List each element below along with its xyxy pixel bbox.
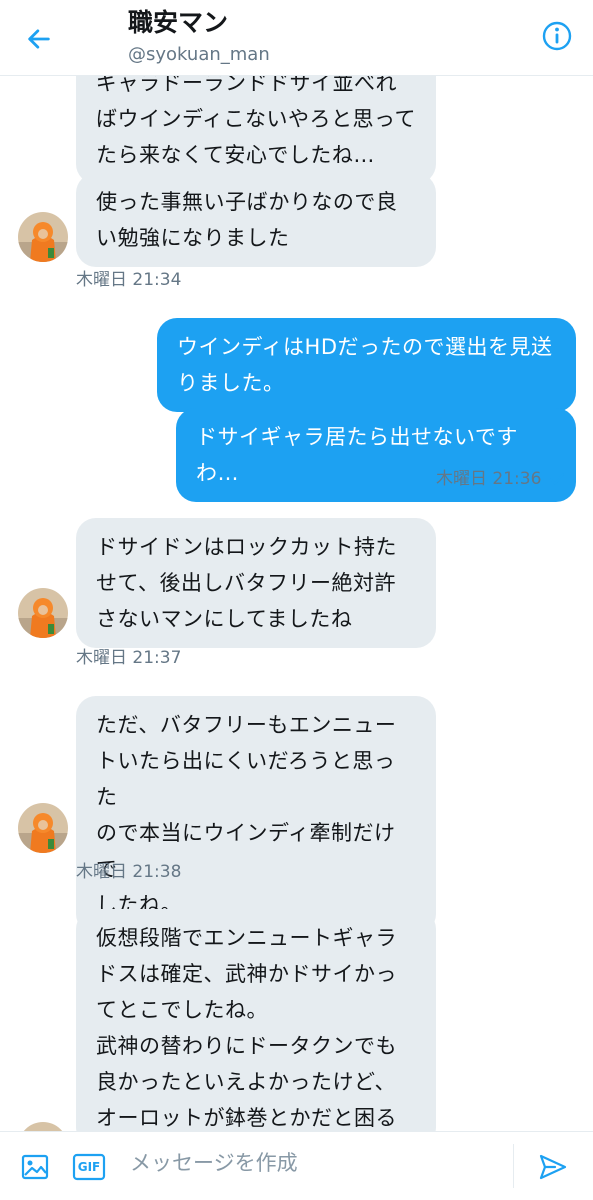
message-line: たら来なくて安心でしたね… (96, 143, 375, 167)
message-line: ギャラドーランドドサイ並べれ (96, 76, 397, 95)
message-timestamp: 木曜日 21:37 (76, 648, 182, 668)
message-line: い勉強になりました (96, 226, 290, 250)
message-line: ドスは確定、武神かドサイかっ (96, 962, 397, 986)
message-composer: GIF メッセージを作成 (0, 1131, 593, 1200)
image-icon (21, 1154, 49, 1180)
send-button[interactable] (534, 1148, 572, 1186)
message-bubble-received[interactable]: 使った事無い子ばかりなので良 い勉強になりました (76, 173, 436, 267)
arrow-left-icon (28, 29, 50, 49)
message-timestamp-row: 木曜日 21:36 (436, 468, 576, 490)
avatar[interactable] (18, 803, 68, 853)
message-bubble-received[interactable]: ドサイドンはロックカット持た せて、後出しバタフリー絶対許 さないマンにしてまし… (76, 518, 436, 648)
message-line: さないマンにしてましたね (96, 607, 353, 631)
message-line: トいたら出にくいだろうと思った (96, 749, 396, 809)
avatar[interactable] (18, 588, 68, 638)
message-bubble-received[interactable]: ギャラドーランドドサイ並べれ ばウインディこないやろと思って たら来なくて安心で… (76, 76, 436, 184)
avatar[interactable] (18, 212, 68, 262)
message-line: 仮想段階でエンニュートギャラ (96, 926, 397, 950)
message-timestamp: 木曜日 21:38 (76, 862, 182, 882)
gif-label: GIF (77, 1160, 101, 1174)
message-line: ドサイドンはロックカット持た (96, 535, 397, 559)
message-thread[interactable]: ギャラドーランドドサイ並べれ ばウインディこないやろと思って たら来なくて安心で… (0, 76, 593, 1131)
add-photo-button[interactable] (16, 1148, 54, 1186)
message-line: ばウインディこないやろと思って (96, 107, 416, 131)
message-line: てとこでしたね。 (96, 998, 268, 1022)
message-line: りました。 (177, 371, 285, 395)
conversation-handle: @syokuan_man (128, 44, 270, 65)
message-line: せて、後出しバタフリー絶対許 (96, 571, 396, 595)
add-gif-button[interactable]: GIF (70, 1148, 108, 1186)
check-icon (550, 473, 565, 485)
message-timestamp: 木曜日 21:36 (436, 469, 542, 489)
message-timestamp: 木曜日 21:34 (76, 270, 182, 290)
send-icon (539, 1154, 567, 1180)
back-button[interactable] (18, 18, 60, 60)
conversation-title: 職安マン (128, 8, 229, 37)
message-line: ただ、バタフリーもエンニュー (96, 713, 397, 737)
message-bubble-sent[interactable]: ウインディはHDだったので選出を見送 りました。 (157, 318, 576, 412)
message-input[interactable]: メッセージを作成 (130, 1148, 298, 1178)
message-line: 良かったといえよかったけど、 (96, 1070, 396, 1094)
avatar[interactable] (18, 1122, 68, 1131)
conversation-info-button[interactable] (537, 16, 577, 56)
info-icon (542, 21, 572, 51)
conversation-title-block[interactable]: 職安マン @syokuan_man (128, 6, 270, 68)
message-line: オーロットが鉢巻とかだと困る (96, 1106, 397, 1130)
conversation-header: 職安マン @syokuan_man (0, 0, 593, 76)
message-line: 使った事無い子ばかりなので良 (96, 190, 398, 214)
composer-divider (513, 1144, 514, 1188)
message-bubble-received[interactable]: ただ、バタフリーもエンニュー トいたら出にくいだろうと思った ので本当にウインデ… (76, 696, 436, 934)
message-line: 武神の替わりにドータクンでも (96, 1034, 397, 1058)
message-line: ウインディはHDだったので選出を見送 (177, 335, 553, 359)
message-bubble-received[interactable]: 仮想段階でエンニュートギャラ ドスは確定、武神かドサイかっ てとこでしたね。 武… (76, 909, 436, 1131)
